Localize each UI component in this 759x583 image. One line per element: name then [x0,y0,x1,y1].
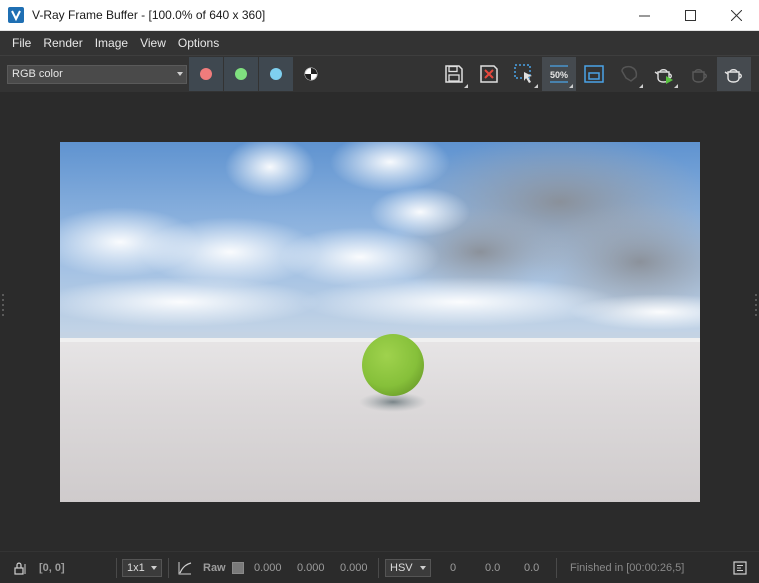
channel-select-value: RGB color [12,68,63,80]
region-render-button[interactable] [507,57,541,91]
channel-select[interactable]: RGB color [7,65,187,84]
render-time-status: Finished in [00:00:26,5] [570,562,685,574]
maximize-icon [684,9,696,21]
stop-render-button[interactable] [612,57,646,91]
stop-render-icon [621,65,638,82]
color-mode-value: HSV [390,562,413,574]
monochrome-icon [304,67,318,81]
green-channel-button[interactable] [224,57,258,91]
menu-bar: File Render Image View Options [0,31,759,55]
render-viewport[interactable] [0,92,759,551]
log-panel-icon[interactable] [733,561,747,575]
menu-image[interactable]: Image [89,31,134,55]
minimize-icon [638,15,650,16]
dropdown-corner-icon [534,84,538,88]
chevron-down-icon [151,566,157,570]
green-dot-icon [235,68,247,80]
chevron-down-icon [177,72,183,76]
dropdown-corner-icon [464,84,468,88]
blue-channel-button[interactable] [259,57,293,91]
alpha-channel-button[interactable] [294,57,328,91]
render-teapot-icon [654,69,673,84]
zoom-50-icon: 50% [550,65,568,83]
track-mouse-button[interactable] [577,57,611,91]
color-mode-select[interactable]: HSV [385,559,431,577]
blue-value: 0.000 [340,562,368,574]
rendered-image [60,142,700,502]
interactive-render-button[interactable] [682,57,716,91]
clear-image-icon [480,65,498,83]
save-button[interactable] [437,57,471,91]
sample-size-select[interactable]: 1x1 [122,559,162,577]
lock-coordinates-icon[interactable] [14,561,28,575]
rendered-scene [60,142,700,502]
dropdown-corner-icon [569,84,573,88]
maximize-button[interactable] [667,0,713,30]
separator [556,558,557,578]
minimize-button[interactable] [621,0,667,30]
toolbar: RGB color 50% [0,55,759,92]
save-icon [445,65,463,83]
close-icon [730,9,742,21]
curve-icon[interactable] [178,561,192,575]
blue-dot-icon [270,68,282,80]
separator [116,558,117,578]
close-button[interactable] [713,0,759,30]
menu-render[interactable]: Render [37,31,88,55]
left-splitter-handle[interactable] [1,292,5,318]
zoom-50-button[interactable]: 50% [542,57,576,91]
right-splitter-handle[interactable] [754,292,758,318]
vray-logo-icon [8,7,24,23]
region-render-icon [514,64,532,83]
chevron-down-icon [420,566,426,570]
interactive-render-icon [692,69,707,83]
hue-value: 0 [450,562,457,574]
separator [378,558,379,578]
menu-file[interactable]: File [6,31,37,55]
red-value: 0.000 [254,562,282,574]
green-value: 0.000 [297,562,325,574]
menu-view[interactable]: View [134,31,172,55]
color-swatch [232,562,244,574]
dropdown-corner-icon [639,84,643,88]
dropdown-corner-icon [674,84,678,88]
value-value: 0.0 [524,562,540,574]
raw-label: Raw [203,562,226,574]
window-title: V-Ray Frame Buffer - [100.0% of 640 x 36… [32,8,266,22]
render-last-button[interactable] [717,57,751,91]
pixel-coordinates: [0, 0] [39,562,65,574]
status-bar: [0, 0] 1x1 Raw 0.000 0.000 0.000 HSV 0 0… [0,551,759,583]
render-teapot-button[interactable] [647,57,681,91]
zoom-badge-text: 50% [550,70,568,80]
title-bar: V-Ray Frame Buffer - [100.0% of 640 x 36… [0,0,759,31]
sample-size-value: 1x1 [127,562,145,574]
track-mouse-icon [584,65,604,83]
separator [168,558,169,578]
clear-image-button[interactable] [472,57,506,91]
red-dot-icon [200,68,212,80]
menu-options[interactable]: Options [172,31,225,55]
render-last-icon [724,69,742,83]
red-channel-button[interactable] [189,57,223,91]
saturation-value: 0.0 [485,562,501,574]
